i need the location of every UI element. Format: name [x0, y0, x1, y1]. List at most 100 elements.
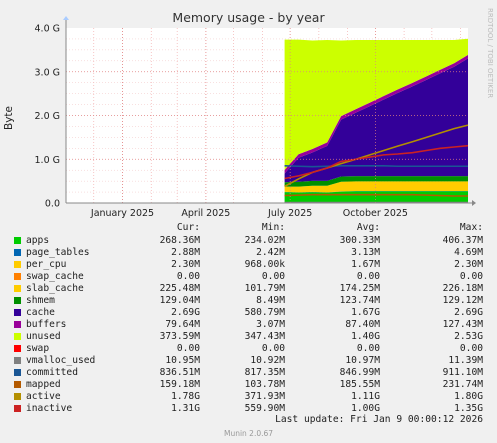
legend-cur-value: 836.51M [159, 367, 200, 378]
x-axis-arrow [472, 200, 476, 206]
legend-swatch [14, 261, 21, 268]
legend-swatch [14, 357, 21, 364]
legend-row-unused: unused 373.59M 347.43M 1.40G 2.53G [14, 331, 484, 342]
legend-row-shmem: shmem 129.04M 8.49M 123.74M 129.12M [14, 295, 484, 306]
y-tick-label: 3.0 G [35, 67, 61, 78]
legend-avg-value: 10.97M [345, 355, 380, 366]
legend-swatch [14, 237, 21, 244]
legend-cur-value: 0.00 [176, 343, 200, 354]
legend-row-cache: cache 2.69G 580.79M 1.67G 2.69G [14, 307, 484, 318]
legend-header-avg: Avg: [356, 222, 380, 233]
legend-min-value: 234.02M [244, 235, 285, 246]
legend-max-value: 11.39M [448, 355, 483, 366]
legend-max-value: 911.10M [442, 367, 483, 378]
legend-series-name: active [26, 391, 61, 402]
legend-series-name: shmem [26, 295, 55, 306]
legend-header-cur: Cur: [176, 222, 200, 233]
legend-row-buffers: buffers 79.64M 3.07M 87.40M 127.43M [14, 319, 484, 330]
legend-swatch [14, 273, 21, 280]
legend-avg-value: 846.99M [339, 367, 380, 378]
legend-min-value: 580.79M [244, 307, 285, 318]
chart-plot: 0.0 1.0 G 2.0 G 3.0 G 4.0 G January 2025 April… [35, 16, 476, 219]
legend-avg-value: 87.40M [345, 319, 380, 330]
y-tick-label: 1.0 G [35, 155, 61, 166]
legend-max-value: 231.74M [442, 379, 483, 390]
legend-avg-value: 174.25M [339, 283, 380, 294]
x-tick-label: October 2025 [343, 208, 408, 219]
legend-row-per-cpu: per_cpu 2.30M 968.00k 1.67M 2.30M [14, 259, 484, 270]
legend-cur-value: 79.64M [165, 319, 200, 330]
legend-cur-value: 2.30M [171, 259, 200, 270]
legend-max-value: 129.12M [442, 295, 483, 306]
legend-swatch [14, 309, 21, 316]
legend-cur-value: 129.04M [159, 295, 200, 306]
legend-max-value: 406.37M [442, 235, 483, 246]
legend-row-swap-cache: swap_cache 0.00 0.00 0.00 0.00 [14, 271, 484, 282]
legend-min-value: 817.35M [244, 367, 285, 378]
legend-min-value: 559.90M [244, 403, 285, 414]
area-apps [284, 191, 468, 203]
legend-cur-value: 268.36M [159, 235, 200, 246]
legend-row-committed: committed 836.51M 817.35M 846.99M 911.10M [14, 367, 484, 378]
legend-swatch [14, 393, 21, 400]
legend-avg-value: 185.55M [339, 379, 380, 390]
y-tick-label: 4.0 G [35, 24, 61, 35]
legend-series-name: swap_cache [26, 271, 84, 282]
legend-swatch [14, 369, 21, 376]
legend-swatch [14, 333, 21, 340]
legend-row-vmalloc-used: vmalloc_used 10.95M 10.92M 10.97M 11.39M [14, 355, 484, 366]
legend-series-name: slab_cache [26, 283, 84, 294]
legend-row-swap: swap 0.00 0.00 0.00 0.00 [14, 343, 484, 354]
legend: Cur: Min: Avg: Max: apps 268.36M 234.02M 30… [0, 222, 497, 422]
legend-min-value: 103.78M [244, 379, 285, 390]
legend-min-value: 968.00k [244, 259, 285, 270]
legend-row-active: active 1.78G 371.93M 1.11G 1.80G [14, 391, 484, 402]
legend-header-max: Max: [459, 222, 483, 233]
legend-cur-value: 373.59M [159, 331, 200, 342]
legend-max-value: 2.30M [454, 259, 483, 270]
legend-cur-value: 2.69G [171, 307, 200, 318]
legend-series-name: buffers [26, 319, 67, 330]
legend-max-value: 1.35G [454, 403, 483, 414]
legend-series-name: committed [26, 367, 78, 378]
legend-series-name: per_cpu [26, 259, 67, 270]
legend-swatch [14, 297, 21, 304]
legend-cur-value: 0.00 [176, 271, 200, 282]
legend-avg-value: 123.74M [339, 295, 380, 306]
legend-min-value: 0.00 [261, 343, 285, 354]
legend-max-value: 2.69G [454, 307, 483, 318]
legend-series-name: page_tables [26, 247, 90, 258]
legend-avg-value: 0.00 [356, 343, 380, 354]
legend-series-name: swap [26, 343, 50, 354]
legend-avg-value: 1.40G [351, 331, 380, 342]
legend-min-value: 0.00 [261, 271, 285, 282]
x-tick-label: January 2025 [90, 208, 154, 219]
legend-series-name: mapped [26, 379, 61, 390]
legend-cur-value: 159.18M [159, 379, 200, 390]
legend-min-value: 2.42M [256, 247, 285, 258]
legend-series-name: cache [26, 307, 55, 318]
y-tick-label: 2.0 G [35, 111, 61, 122]
legend-series-name: vmalloc_used [26, 355, 96, 366]
legend-row-apps: apps 268.36M 234.02M 300.33M 406.37M [14, 235, 484, 246]
legend-cur-value: 2.88M [171, 247, 200, 258]
legend-max-value: 127.43M [442, 319, 483, 330]
legend-min-value: 10.92M [250, 355, 285, 366]
legend-min-value: 8.49M [256, 295, 285, 306]
legend-avg-value: 1.67M [351, 259, 380, 270]
last-update: Last update: Fri Jan 9 00:00:12 2026 [275, 414, 483, 425]
legend-max-value: 1.80G [454, 391, 483, 402]
legend-swatch [14, 345, 21, 352]
y-axis-arrow [63, 16, 69, 20]
legend-min-value: 371.93M [244, 391, 285, 402]
legend-cur-value: 10.95M [165, 355, 200, 366]
line-committed [284, 165, 468, 168]
legend-header-min: Min: [261, 222, 285, 233]
legend-avg-value: 1.11G [351, 391, 380, 402]
x-tick-label: July 2025 [267, 208, 312, 219]
legend-row-page-tables: page_tables 2.88M 2.42M 3.13M 4.69M [14, 247, 484, 258]
legend-min-value: 3.07M [256, 319, 285, 330]
legend-swatch [14, 405, 21, 412]
legend-avg-value: 1.00G [351, 403, 380, 414]
legend-row-mapped: mapped 159.18M 103.78M 185.55M 231.74M [14, 379, 484, 390]
